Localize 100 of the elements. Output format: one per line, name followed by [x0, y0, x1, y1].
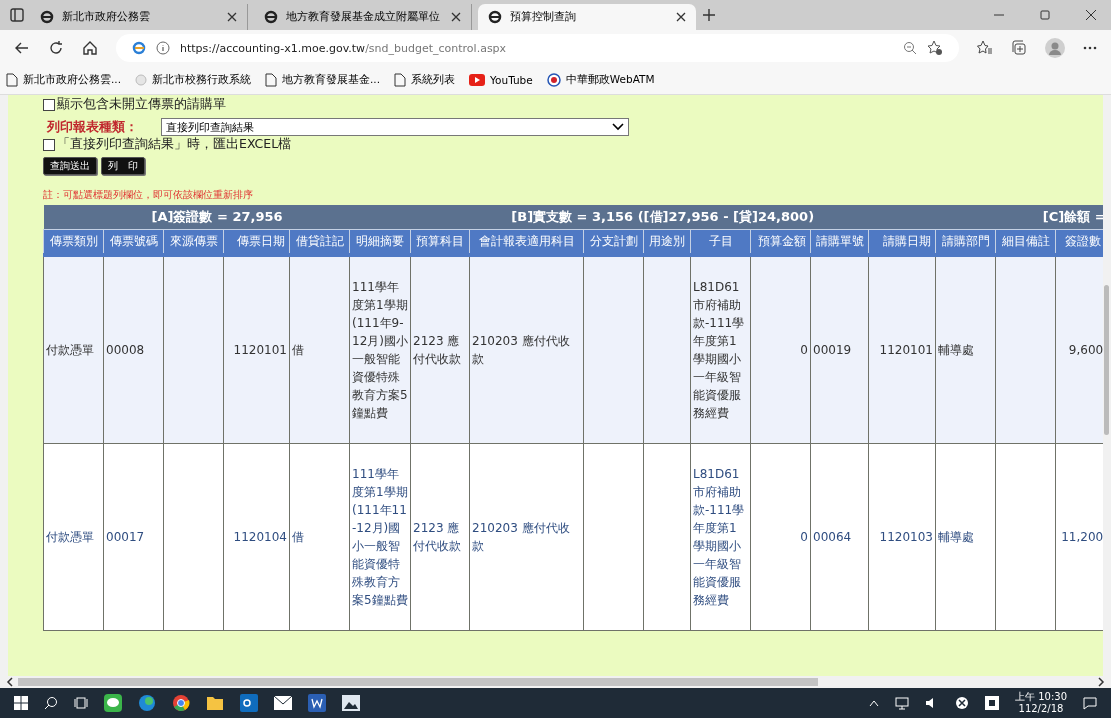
table-cell: L81D61市府補助款-111學年度第1學期國小一年級智能資優服務經費	[690, 443, 751, 631]
browser-tab[interactable]: 預算控制查詢	[478, 4, 696, 30]
network-icon	[895, 696, 909, 710]
column-header[interactable]: 請購日期	[868, 229, 936, 255]
input-method-icon	[985, 696, 999, 710]
table-cell: 1120101	[223, 255, 290, 444]
chat-app-icon[interactable]	[104, 694, 122, 712]
table-cell: L81D61市府補助款-111學年度第1學期國小一年級智能資優服務經費	[690, 255, 751, 444]
bookmark-link[interactable]: YouTube	[469, 74, 533, 86]
more-icon[interactable]	[1083, 46, 1097, 50]
print-button[interactable]: 列 印	[101, 157, 145, 175]
refresh-icon[interactable]	[48, 40, 64, 56]
page-icon	[394, 73, 407, 87]
column-header[interactable]: 分支計劃	[583, 229, 644, 255]
address-field[interactable]: https://accounting-x1.moe.gov.tw/snd_budget_control.aspx	[116, 34, 959, 62]
tab-actions-icon[interactable]	[10, 8, 24, 22]
table-cell: 2123 應付代收款	[410, 255, 470, 444]
envelope-icon[interactable]	[274, 696, 292, 710]
table-cell: 00008	[103, 255, 164, 444]
browser-logo-icon	[264, 10, 278, 24]
bookmark-link[interactable]: 新北市校務行政系統	[135, 73, 251, 87]
table-cell: 11,200	[1055, 443, 1103, 631]
add-favorite-icon	[927, 40, 943, 56]
favorites-icon[interactable]	[977, 40, 993, 56]
chevron-down-icon	[612, 123, 624, 131]
globe-icon	[135, 74, 147, 86]
notification-icon[interactable]	[1083, 696, 1097, 710]
restore-icon[interactable]	[1039, 9, 1051, 21]
column-header[interactable]: 子目	[690, 229, 751, 255]
word-document-icon[interactable]	[308, 694, 326, 712]
column-header[interactable]: 借貸註記	[289, 229, 350, 255]
report-type-select[interactable]: 直接列印查詢結果	[161, 118, 629, 136]
folder-icon[interactable]	[206, 695, 224, 711]
chevron-up-icon	[869, 699, 879, 707]
image-app-icon[interactable]	[342, 695, 360, 711]
table-cell: 111學年度第1學期(111年9-12月)國小一般智能資優特殊教育方案5鐘點費	[349, 255, 411, 444]
zoom-out-icon	[903, 41, 917, 55]
close-icon[interactable]	[227, 12, 237, 22]
table-cell: 借	[289, 255, 350, 444]
chevron-left-icon	[6, 677, 14, 687]
table-cell: 1120103	[868, 443, 936, 631]
submit-query-button[interactable]: 查詢送出	[43, 157, 97, 175]
task-view-icon[interactable]	[74, 696, 88, 710]
table-cell: 1120101	[868, 255, 936, 444]
search-icon[interactable]	[44, 696, 58, 710]
table-cell: 借	[289, 443, 350, 631]
table-cell: 付款憑單	[43, 255, 104, 444]
profile-avatar-icon[interactable]	[1045, 38, 1065, 58]
column-header[interactable]: 預算金額	[750, 229, 811, 255]
column-header[interactable]: 預算科目	[410, 229, 470, 255]
column-header[interactable]: 請購單號	[810, 229, 869, 255]
checkbox[interactable]	[43, 98, 55, 111]
column-header[interactable]: 會計報表適用科目	[469, 229, 584, 255]
bookmark-link[interactable]: 地方教育發展基金...	[265, 73, 381, 87]
app-icon[interactable]	[138, 694, 156, 712]
table-cell: 輔導處	[935, 255, 996, 444]
system-clock[interactable]: 上午 10:30 112/2/18	[1015, 691, 1067, 715]
chrome-browser-icon[interactable]	[172, 694, 190, 712]
column-header[interactable]: 來源傳票	[163, 229, 224, 255]
horizontal-scrollbar[interactable]	[0, 676, 1111, 688]
bookmark-link[interactable]: 中華郵政WebATM	[546, 73, 655, 87]
column-header[interactable]: 傳票日期	[223, 229, 290, 255]
table-cell: 付款憑單	[43, 443, 104, 631]
column-header[interactable]: 細目備註	[995, 229, 1056, 255]
table-cell: 輔導處	[935, 443, 996, 631]
site-logo-icon	[132, 41, 146, 55]
table-cell: 00017	[103, 443, 164, 631]
back-icon[interactable]	[14, 40, 30, 56]
collections-icon[interactable]	[1011, 40, 1027, 56]
column-header[interactable]: 傳票號碼	[103, 229, 164, 255]
close-icon[interactable]	[676, 12, 686, 22]
bookmark-link[interactable]: 新北市政府公務雲...	[6, 73, 121, 87]
close-icon[interactable]	[451, 12, 461, 22]
table-cell: 0	[750, 443, 811, 631]
checkbox-label: 顯示包含未開立傳票的請購單	[57, 96, 226, 113]
close-icon[interactable]	[1085, 9, 1097, 21]
column-header[interactable]: 明細摘要	[349, 229, 411, 255]
windows-start-icon[interactable]	[14, 696, 28, 710]
home-icon[interactable]	[82, 40, 98, 56]
round-logo-icon	[546, 73, 561, 87]
browser-logo-icon	[40, 10, 54, 24]
column-header[interactable]: 傳票類別	[43, 229, 104, 255]
checkbox-label: 「直接列印查詢結果」時，匯出EXCEL檔	[57, 136, 292, 153]
summary-total: [B]實支數 = 3,156 ([借]27,956 - [貸]24,800)	[511, 208, 815, 226]
browser-logo-icon	[488, 10, 502, 24]
table-cell: 9,600	[1055, 255, 1103, 444]
new-tab-icon[interactable]	[702, 8, 716, 22]
sort-note: 註：可點選標題列欄位，即可依該欄位重新排序	[43, 189, 254, 202]
video-play-icon	[469, 74, 486, 86]
table-cell: 00064	[810, 443, 869, 631]
summary-total: [A]簽證數 = 27,956	[151, 208, 283, 226]
checkbox[interactable]	[43, 138, 55, 151]
column-header[interactable]: 用途別	[643, 229, 691, 255]
column-header[interactable]: 請購部門	[935, 229, 996, 255]
report-type-label: 列印報表種類：	[47, 118, 139, 136]
table-cell: 2123 應付代收款	[410, 443, 470, 631]
mail-app-icon[interactable]	[240, 694, 258, 712]
bookmark-link[interactable]: 系統列表	[394, 73, 456, 87]
column-header[interactable]: 簽證數	[1055, 229, 1103, 255]
table-cell: 210203 應付代收款	[469, 443, 584, 631]
